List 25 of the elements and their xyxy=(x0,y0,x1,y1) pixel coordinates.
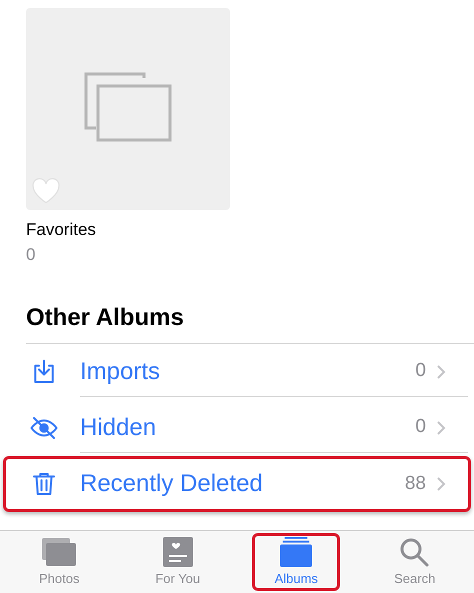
albums-icon xyxy=(278,536,314,568)
album-row-count: 88 xyxy=(404,472,426,496)
album-count: 0 xyxy=(26,244,36,266)
album-row-label: Hidden xyxy=(80,412,158,442)
album-row[interactable]: Hidden 0 xyxy=(3,400,471,456)
album-placeholder-icon xyxy=(84,72,172,142)
tab[interactable]: Albums xyxy=(252,533,340,591)
tab[interactable]: Search xyxy=(370,533,459,591)
chevron-right-icon xyxy=(436,420,446,436)
album-row[interactable]: Recently Deleted 88 xyxy=(3,456,471,512)
album-row-count: 0 xyxy=(415,415,426,440)
tab[interactable]: For You xyxy=(134,533,222,591)
chevron-right-icon xyxy=(436,364,446,380)
heart-icon xyxy=(32,178,60,204)
album-row-label: Imports xyxy=(80,356,162,386)
album-title: Favorites xyxy=(26,219,96,241)
photos-icon xyxy=(40,536,78,568)
album-row-count: 0 xyxy=(415,359,426,384)
heart-card-icon xyxy=(162,536,194,568)
chevron-right-icon xyxy=(436,476,446,492)
section-heading: Other Albums xyxy=(26,303,184,333)
album-row[interactable]: Imports 0 xyxy=(3,344,471,400)
tab[interactable]: Photos xyxy=(15,533,104,591)
album-thumbnail[interactable] xyxy=(26,8,230,210)
album-row-label: Recently Deleted xyxy=(80,469,264,499)
